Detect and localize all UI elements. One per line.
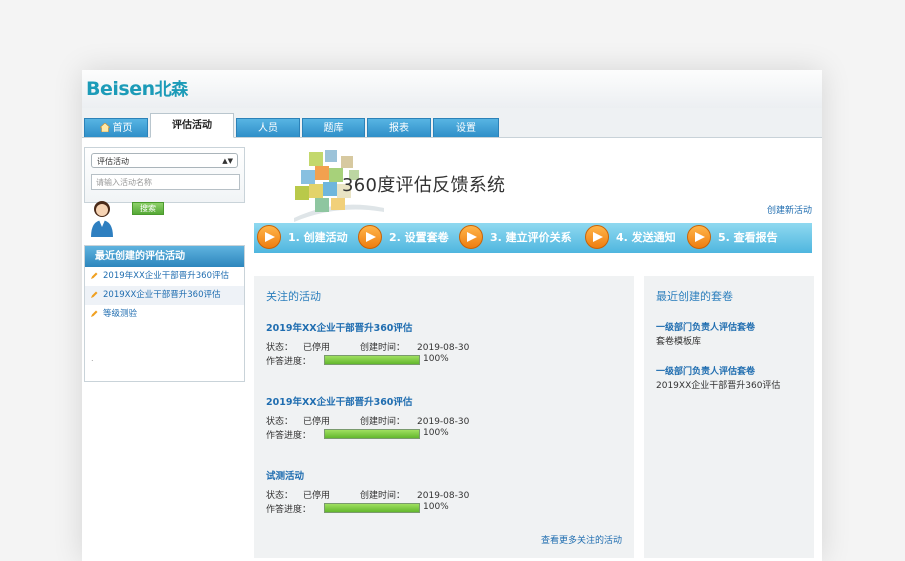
followed-activity: 2019年XX企业干部晋升360评估 状态： 已停用 创建时间： 2019-08-3…	[266, 320, 626, 367]
activity-name-link[interactable]: 2019年XX企业干部晋升360评估	[266, 394, 626, 408]
paper-name-link[interactable]: 一级部门负责人评估套卷	[656, 320, 755, 333]
tab-settings[interactable]: 设置	[433, 118, 499, 137]
paper-name-link[interactable]: 一级部门负责人评估套卷	[656, 364, 755, 377]
progress-bar	[324, 429, 420, 439]
arrow-right-icon	[459, 225, 483, 249]
search-placeholder: 请输入活动名称	[96, 178, 152, 187]
followed-activity: 试测活动 状态： 已停用 创建时间： 2019-08-30 作答进度： 100%	[266, 468, 626, 515]
step-label: 2. 设置套卷	[389, 231, 449, 244]
beisen-logo[interactable]: Beisen北森	[86, 78, 188, 101]
status-label: 状态：	[266, 491, 294, 501]
step-label: 3. 建立评价关系	[490, 231, 572, 244]
tab-home[interactable]: 首页	[84, 118, 148, 137]
activity-name-link[interactable]: 2019年XX企业干部晋升360评估	[266, 320, 626, 334]
created-label: 创建时间：	[360, 417, 406, 427]
recent-activity-label: 等级测验	[103, 309, 138, 319]
search-panel: 评估活动 ▲▼ 请输入活动名称	[84, 147, 245, 203]
created-label: 创建时间：	[360, 343, 406, 353]
recent-activity-item[interactable]: 等级测验	[85, 305, 244, 324]
recent-activities-title: 最近创建的评估活动	[85, 246, 244, 267]
progress-value: 100%	[423, 428, 449, 438]
status-value: 已停用	[303, 417, 331, 427]
assistant-avatar-icon	[91, 201, 113, 237]
progress-value: 100%	[423, 502, 449, 512]
arrow-right-icon	[585, 225, 609, 249]
pencil-icon	[91, 310, 98, 317]
select-updown-icon: ▲▼	[222, 157, 233, 165]
arrow-right-icon	[358, 225, 382, 249]
hero-banner: 360度评估反馈系统 创建新活动 1. 创建活动 2. 设置套卷 3. 建立评价…	[254, 148, 814, 253]
header: Beisen北森	[82, 70, 822, 108]
sidebar: 评估活动 ▲▼ 请输入活动名称 搜索 最近创建的评估活动 2019年XX企业干部晋…	[84, 147, 246, 382]
progress-value: 100%	[423, 354, 449, 364]
paper-source: 2019XX企业干部晋升360评估	[656, 381, 781, 391]
panel-footer-mark: .	[91, 354, 94, 363]
status-value: 已停用	[303, 343, 331, 353]
pencil-icon	[91, 272, 98, 279]
logo-text-cn: 北森	[154, 80, 189, 100]
search-button[interactable]: 搜索	[132, 202, 164, 215]
main-nav: 首页 评估活动 人员 题库 报表 设置	[82, 108, 822, 138]
tab-evaluation-label: 评估活动	[172, 120, 212, 131]
search-type-value: 评估活动	[97, 157, 129, 166]
create-activity-link[interactable]: 创建新活动	[767, 203, 812, 216]
recent-papers-panel: 最近创建的套卷 一级部门负责人评估套卷 套卷模板库 一级部门负责人评估套卷 20…	[644, 276, 814, 558]
created-label: 创建时间：	[360, 491, 406, 501]
created-value: 2019-08-30	[417, 491, 470, 501]
recent-activity-label: 2019年XX企业干部晋升360评估	[103, 271, 230, 281]
progress-label: 作答进度：	[266, 431, 312, 441]
step-label: 4. 发送通知	[616, 231, 676, 244]
status-value: 已停用	[303, 491, 331, 501]
recent-activity-item[interactable]: 2019XX企业干部晋升360评估	[85, 286, 244, 305]
step-label: 1. 创建活动	[288, 231, 348, 244]
logo-text-en: Beisen	[86, 78, 155, 100]
tab-question-bank[interactable]: 题库	[302, 118, 365, 137]
activity-name-link[interactable]: 试测活动	[266, 468, 626, 482]
recent-activity-item[interactable]: 2019年XX企业干部晋升360评估	[85, 267, 244, 286]
tab-home-label: 首页	[112, 123, 133, 134]
recent-activity-label: 2019XX企业干部晋升360评估	[103, 290, 221, 300]
tab-reports-label: 报表	[389, 123, 409, 134]
recent-papers-title: 最近创建的套卷	[656, 290, 733, 303]
followed-activities-title: 关注的活动	[266, 290, 321, 303]
workflow-steps: 1. 创建活动 2. 设置套卷 3. 建立评价关系 4. 发送通知 5. 查看报…	[254, 223, 812, 253]
status-label: 状态：	[266, 417, 294, 427]
progress-label: 作答进度：	[266, 357, 312, 367]
progress-bar	[324, 355, 420, 365]
created-value: 2019-08-30	[417, 343, 470, 353]
status-label: 状态：	[266, 343, 294, 353]
created-value: 2019-08-30	[417, 417, 470, 427]
arrow-right-icon	[687, 225, 711, 249]
home-icon	[99, 123, 110, 132]
followed-activity: 2019年XX企业干部晋升360评估 状态： 已停用 创建时间： 2019-08-3…	[266, 394, 626, 441]
paper-source: 套卷模板库	[656, 337, 702, 347]
tab-reports[interactable]: 报表	[367, 118, 431, 137]
tab-evaluation[interactable]: 评估活动	[150, 113, 234, 138]
tab-settings-label: 设置	[456, 123, 476, 134]
progress-bar	[324, 503, 420, 513]
activity-search-input[interactable]: 请输入活动名称	[91, 174, 240, 190]
more-followed-link[interactable]: 查看更多关注的活动	[541, 533, 622, 546]
pencil-icon	[91, 291, 98, 298]
step-label: 5. 查看报告	[718, 231, 778, 244]
arrow-right-icon	[257, 225, 281, 249]
tab-question-bank-label: 题库	[323, 123, 344, 134]
recent-activities-panel: 最近创建的评估活动 2019年XX企业干部晋升360评估 2019XX企业干部晋…	[84, 245, 245, 382]
progress-label: 作答进度：	[266, 505, 312, 515]
tab-people[interactable]: 人员	[236, 118, 300, 137]
search-type-select[interactable]: 评估活动 ▲▼	[91, 153, 238, 168]
followed-activities-panel: 关注的活动 2019年XX企业干部晋升360评估 状态： 已停用 创建时间： 201…	[254, 276, 634, 558]
app-window: Beisen北森 首页 评估活动 人员 题库 报表 设置 评估活动 ▲▼ 请输入活…	[82, 70, 822, 561]
tab-people-label: 人员	[258, 123, 278, 134]
banner-title: 360度评估反馈系统	[342, 175, 506, 196]
